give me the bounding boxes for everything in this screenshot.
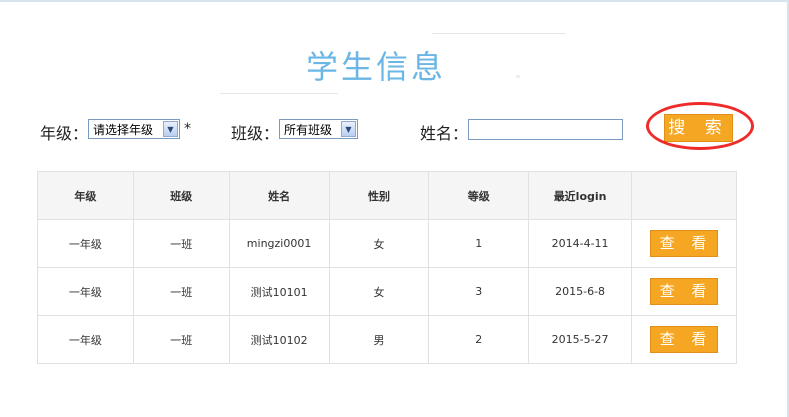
cell-gender: 男 bbox=[328, 315, 430, 364]
header-level: 等级 bbox=[428, 171, 530, 220]
view-button[interactable]: 查 看 bbox=[650, 230, 718, 257]
frame-top-border bbox=[0, 0, 789, 2]
table-row: 一年级 一班 测试10101 女 3 2015-6-8 查 看 bbox=[37, 267, 737, 316]
table-row: 一年级 一班 测试10102 男 2 2015-5-27 查 看 bbox=[37, 315, 737, 364]
name-input[interactable] bbox=[468, 119, 623, 140]
chevron-down-icon[interactable]: ▼ bbox=[163, 121, 178, 137]
class-select-value: 所有班级 bbox=[284, 122, 333, 137]
class-select[interactable]: 所有班级 ▼ bbox=[279, 119, 358, 139]
cell-grade: 一年级 bbox=[37, 315, 134, 364]
cell-name: 测试10101 bbox=[228, 267, 330, 316]
table-header-row: 年级 班级 姓名 性别 等级 最近login bbox=[37, 171, 737, 220]
cell-action: 查 看 bbox=[631, 219, 737, 268]
header-gender: 性别 bbox=[328, 171, 430, 220]
decorative-line bbox=[220, 93, 338, 94]
cell-name: mingzi0001 bbox=[228, 219, 330, 268]
cell-level: 1 bbox=[428, 219, 530, 268]
cell-class: 一班 bbox=[132, 267, 230, 316]
class-label: 班级： bbox=[231, 124, 280, 143]
header-action bbox=[631, 171, 737, 220]
view-button[interactable]: 查 看 bbox=[650, 278, 718, 305]
cell-last-login: 2015-5-27 bbox=[528, 315, 633, 364]
cell-action: 查 看 bbox=[631, 267, 737, 316]
header-name: 姓名 bbox=[228, 171, 330, 220]
required-mark: * bbox=[184, 121, 191, 137]
grade-select-value: 请选择年级 bbox=[93, 122, 154, 137]
chevron-down-icon[interactable]: ▼ bbox=[341, 121, 356, 137]
cell-class: 一班 bbox=[132, 315, 230, 364]
cell-grade: 一年级 bbox=[37, 267, 134, 316]
annotation-circle bbox=[646, 102, 754, 150]
grade-label: 年级： bbox=[40, 124, 89, 143]
grade-select[interactable]: 请选择年级 ▼ bbox=[88, 119, 180, 139]
student-table: 年级 班级 姓名 性别 等级 最近login 一年级 一班 mingzi0001… bbox=[37, 171, 737, 364]
view-button[interactable]: 查 看 bbox=[650, 326, 718, 353]
cell-level: 2 bbox=[428, 315, 530, 364]
decorative-line bbox=[432, 33, 566, 34]
cell-name: 测试10102 bbox=[228, 315, 330, 364]
cell-level: 3 bbox=[428, 267, 530, 316]
header-last-login: 最近login bbox=[528, 171, 633, 220]
cell-gender: 女 bbox=[328, 267, 430, 316]
name-label: 姓名： bbox=[420, 124, 469, 143]
cell-last-login: 2014-4-11 bbox=[528, 219, 633, 268]
cell-action: 查 看 bbox=[631, 315, 737, 364]
table-row: 一年级 一班 mingzi0001 女 1 2014-4-11 查 看 bbox=[37, 219, 737, 268]
page-title: 学生信息 bbox=[305, 48, 446, 86]
header-class: 班级 bbox=[132, 171, 230, 220]
cell-class: 一班 bbox=[132, 219, 230, 268]
cell-gender: 女 bbox=[328, 219, 430, 268]
cell-grade: 一年级 bbox=[37, 219, 134, 268]
header-grade: 年级 bbox=[37, 171, 134, 220]
cell-last-login: 2015-6-8 bbox=[528, 267, 633, 316]
